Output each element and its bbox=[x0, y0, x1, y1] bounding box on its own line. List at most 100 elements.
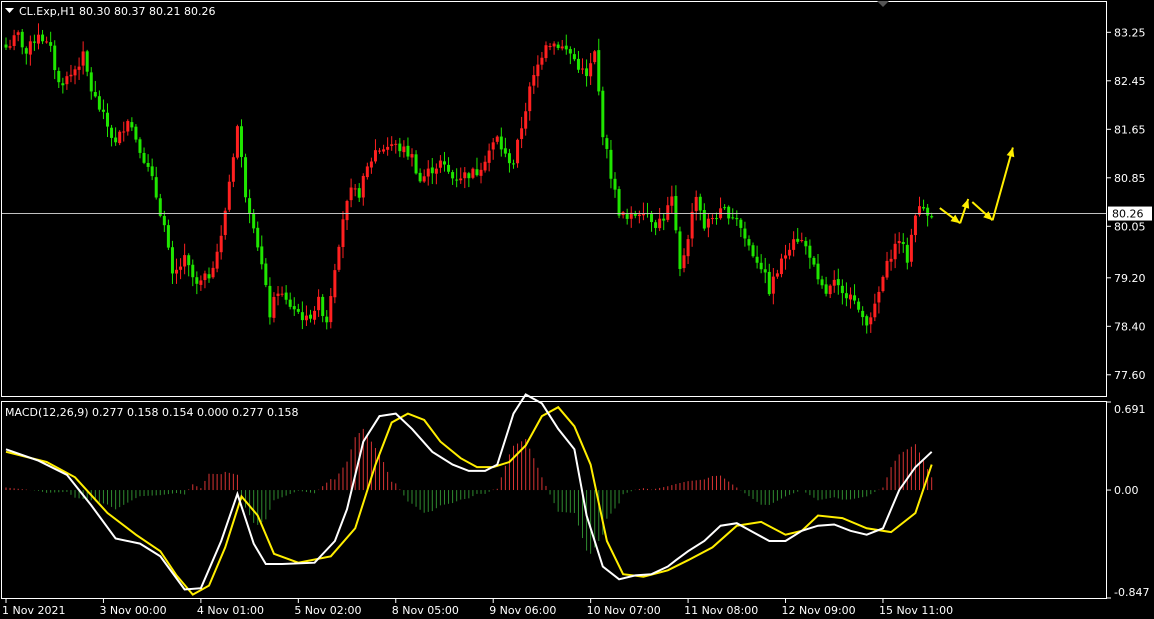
candle-body bbox=[743, 228, 747, 239]
candle-body bbox=[329, 296, 333, 323]
candle-body bbox=[808, 245, 812, 258]
candle-body bbox=[678, 231, 682, 269]
candle-body bbox=[101, 109, 105, 112]
candle-body bbox=[4, 44, 8, 48]
candle-body bbox=[759, 262, 763, 270]
candle-body bbox=[589, 63, 593, 77]
candle-body bbox=[434, 168, 438, 174]
candle-body bbox=[885, 260, 889, 278]
candle-body bbox=[65, 76, 69, 85]
candle-body bbox=[666, 205, 670, 220]
candle-body bbox=[280, 293, 284, 295]
candle-body bbox=[662, 218, 666, 221]
candle-body bbox=[418, 172, 422, 182]
candle-body bbox=[857, 301, 861, 310]
candle-body bbox=[548, 46, 552, 48]
candle-body bbox=[146, 162, 150, 167]
candle-body bbox=[357, 188, 361, 198]
candle-body bbox=[844, 293, 848, 299]
candle-body bbox=[447, 164, 451, 172]
candle-body bbox=[487, 150, 491, 163]
candle-body bbox=[150, 166, 154, 177]
time-axis-label: 10 Nov 07:00 bbox=[587, 604, 661, 617]
candle-body bbox=[260, 246, 264, 265]
candle-body bbox=[398, 143, 402, 152]
candle-body bbox=[897, 241, 901, 244]
candle-body bbox=[73, 69, 77, 76]
candle-body bbox=[804, 240, 808, 247]
time-axis-label: 5 Nov 02:00 bbox=[294, 604, 361, 617]
candle-body bbox=[300, 312, 304, 321]
candle-body bbox=[930, 216, 934, 218]
candle-body bbox=[57, 70, 61, 83]
candle-body bbox=[219, 235, 223, 253]
candle-body bbox=[832, 279, 836, 286]
chart-root[interactable]: 83.25 82.45 81.65 80.85 80.05 79.20 78.40 77.60… bbox=[0, 0, 1154, 619]
candle-body bbox=[414, 154, 418, 174]
candle-body bbox=[333, 270, 337, 298]
candle-body bbox=[739, 219, 743, 228]
candle-body bbox=[763, 269, 767, 273]
price-axis-label: 77.60 bbox=[1114, 369, 1146, 382]
candle-body bbox=[162, 215, 166, 226]
candle-body bbox=[24, 48, 28, 54]
chart-background bbox=[0, 0, 1154, 619]
candle-body bbox=[926, 207, 930, 216]
candle-body bbox=[455, 179, 459, 181]
candle-body bbox=[893, 243, 897, 260]
candle-body bbox=[337, 246, 341, 270]
candle-body bbox=[353, 188, 357, 190]
candle-body bbox=[122, 131, 126, 133]
candle-body bbox=[560, 46, 564, 49]
candle-body bbox=[828, 285, 832, 295]
candle-body bbox=[402, 146, 406, 153]
candle-body bbox=[475, 169, 479, 176]
candle-body bbox=[231, 157, 235, 182]
candle-body bbox=[130, 122, 134, 128]
candle-body bbox=[767, 271, 771, 295]
candle-body bbox=[686, 239, 690, 257]
candle-body bbox=[731, 217, 735, 219]
candle-body bbox=[889, 258, 893, 262]
candle-body bbox=[32, 41, 36, 43]
candle-body bbox=[142, 152, 146, 163]
candle-body bbox=[410, 154, 414, 158]
candle-body bbox=[227, 181, 231, 210]
candle-body bbox=[775, 273, 779, 277]
macd-title: MACD(12,26,9) 0.277 0.158 0.154 0.000 0.… bbox=[5, 406, 298, 419]
time-axis-label: 3 Nov 00:00 bbox=[99, 604, 166, 617]
candle-body bbox=[605, 138, 609, 149]
candle-body bbox=[365, 166, 369, 178]
candle-body bbox=[796, 238, 800, 242]
candle-body bbox=[166, 225, 170, 248]
candle-body bbox=[49, 42, 53, 46]
candle-body bbox=[824, 284, 828, 294]
candle-body bbox=[378, 150, 382, 152]
candle-body bbox=[698, 196, 702, 211]
candle-body bbox=[430, 167, 434, 174]
candle-body bbox=[499, 136, 503, 150]
candle-body bbox=[516, 139, 520, 164]
candle-body bbox=[325, 316, 329, 323]
candle-body bbox=[276, 293, 280, 296]
candle-body bbox=[597, 50, 601, 92]
candle-body bbox=[244, 157, 248, 198]
candle-body bbox=[442, 161, 446, 165]
candle-body bbox=[690, 211, 694, 239]
candle-body bbox=[905, 244, 909, 263]
candle-body bbox=[747, 239, 751, 246]
candle-body bbox=[788, 249, 792, 256]
candle-body bbox=[211, 267, 215, 278]
current-price-label: 80.26 bbox=[1112, 208, 1144, 221]
candle-body bbox=[524, 111, 528, 129]
candle-body bbox=[869, 317, 873, 325]
candle-body bbox=[520, 128, 524, 140]
candle-body bbox=[495, 136, 499, 142]
candle-body bbox=[369, 161, 373, 168]
candle-body bbox=[901, 241, 905, 245]
candle-body bbox=[702, 209, 706, 229]
candle-body bbox=[93, 92, 97, 97]
candle-body bbox=[345, 200, 349, 221]
candle-body bbox=[503, 148, 507, 154]
candle-body bbox=[507, 153, 511, 164]
